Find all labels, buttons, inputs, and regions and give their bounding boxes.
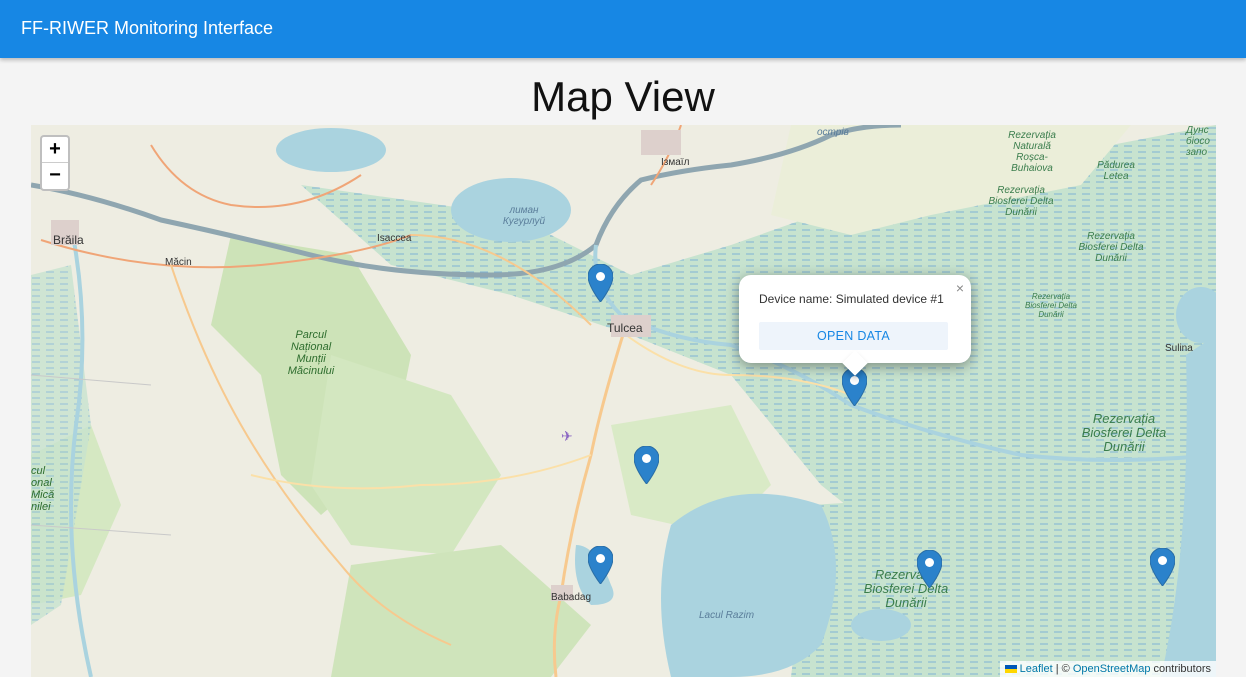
map-marker-4[interactable] — [588, 546, 613, 584]
app-bar: FF-RIWER Monitoring Interface — [0, 0, 1246, 58]
zoom-control: + − — [40, 135, 70, 191]
label-ostriv: острів — [817, 127, 849, 138]
map-marker-3[interactable] — [634, 446, 659, 484]
label-padurea-letea: Pădurea Letea — [1097, 160, 1135, 182]
attribution-contributors: contributors — [1150, 663, 1211, 675]
label-isaccea: Isaccea — [377, 233, 412, 244]
ukraine-flag-icon — [1004, 665, 1017, 673]
label-res-rosca: Rezervația Naturală Roșca-Buhaiova — [1008, 130, 1056, 174]
label-delta-1: Rezervația Biosferei Delta Dunării — [988, 185, 1054, 218]
device-popup: × Device name: Simulated device #1 OPEN … — [739, 275, 971, 376]
open-data-button[interactable]: OPEN DATA — [759, 322, 948, 350]
svg-text:✈: ✈ — [561, 428, 573, 444]
label-delta-4: Rezervația Biosferei Delta Dunării — [1081, 411, 1167, 454]
label-lacul-razim: Lacul Razim — [699, 610, 755, 621]
label-lake-kuhurlui: лиман Кугурлуй — [502, 205, 546, 227]
popup-device-name: Device name: Simulated device #1 — [759, 292, 944, 306]
attribution-separator: | © — [1052, 663, 1073, 675]
label-macin: Măcin — [165, 257, 192, 268]
label-izmail: Ізмаїл — [661, 157, 690, 168]
label-braila: Brăila — [53, 233, 84, 247]
label-right-edge-top: Дунс біосо запо — [1186, 125, 1210, 158]
label-sulina: Sulina — [1165, 343, 1193, 354]
zoom-out-button[interactable]: − — [42, 163, 68, 189]
page-title: Map View — [531, 73, 715, 120]
label-park-macin: Parcul Național Munții Măcinului — [287, 329, 335, 377]
map-marker-5[interactable] — [917, 550, 942, 588]
label-babadag: Babadag — [551, 592, 592, 603]
label-delta-3: Rezervația Biosferei Delta Dunării — [1024, 292, 1078, 319]
map-marker-6[interactable] — [1150, 548, 1175, 586]
map-marker-1[interactable] — [588, 264, 613, 302]
popup-close-button[interactable]: × — [956, 280, 964, 296]
label-tulcea: Tulcea — [607, 321, 643, 335]
zoom-in-button[interactable]: + — [42, 137, 68, 163]
map-attribution: Leaflet | © OpenStreetMap contributors — [999, 661, 1216, 677]
app-title: FF-RIWER Monitoring Interface — [21, 18, 274, 38]
map-container[interactable]: ✈ + − Brăila Măcin Isaccea Ізмаїл Tulcea… — [31, 125, 1216, 677]
leaflet-link[interactable]: Leaflet — [1020, 663, 1053, 675]
osm-link[interactable]: OpenStreetMap — [1073, 663, 1151, 675]
label-left-edge: cul onal Mică nilei — [31, 465, 55, 513]
label-delta-2: Rezervația Biosferei Delta Dunării — [1078, 231, 1144, 264]
